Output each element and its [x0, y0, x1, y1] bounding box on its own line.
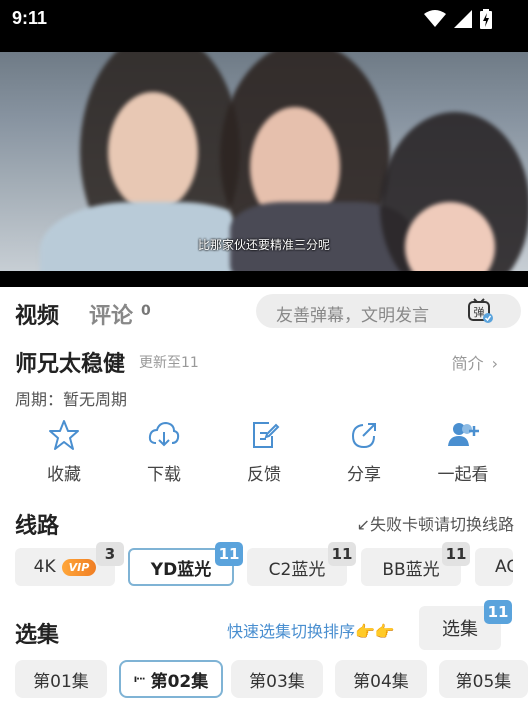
- download-icon: [148, 421, 180, 447]
- wifi-icon: [424, 10, 446, 27]
- episode-01-label: 第01集: [33, 671, 89, 692]
- line-ac-label: AC: [495, 557, 513, 577]
- update-period: 周期：暂无周期: [15, 390, 128, 409]
- video-subtitle: 比那家伙还要精准三分呢: [197, 238, 330, 252]
- download-label: 下载: [147, 465, 181, 485]
- danmu-placeholder: 友善弹幕，文明发言: [276, 306, 429, 326]
- favorite-label: 收藏: [47, 465, 81, 485]
- line-4k-label: 4K: [33, 557, 56, 577]
- episode-04[interactable]: 第04集: [335, 660, 427, 698]
- line-ac[interactable]: AC: [475, 548, 513, 586]
- status-bar: 9:11: [0, 0, 528, 52]
- video-bottom-bar: [0, 271, 528, 287]
- tab-video[interactable]: 视频: [15, 298, 59, 330]
- intro-link[interactable]: 简介 ›: [452, 350, 498, 374]
- update-status: 更新至11: [139, 355, 199, 371]
- watch-together-button[interactable]: 一起看: [423, 418, 503, 485]
- episode-02-label: 第02集: [150, 671, 209, 692]
- quick-sort-hint[interactable]: 快速选集切换排序👉👉: [227, 618, 395, 642]
- episode-count-badge: 11: [484, 600, 512, 624]
- feedback-icon: [253, 422, 280, 448]
- episode-01[interactable]: 第01集: [15, 660, 107, 698]
- status-time: 9:11: [12, 8, 48, 28]
- episode-03[interactable]: 第03集: [231, 660, 323, 698]
- comment-count: 0: [141, 302, 151, 319]
- line-bb-count: 11: [442, 542, 470, 566]
- signal-icon: [454, 10, 472, 28]
- vip-badge: VIP: [61, 558, 97, 576]
- video-player[interactable]: 比那家伙还要精准三分呢: [0, 52, 528, 271]
- episodes-title: 选集: [15, 623, 60, 648]
- line-yd-count: 11: [215, 542, 243, 566]
- danmu-icon-text: 弹: [474, 305, 485, 319]
- episode-05-label: 第05集: [455, 671, 512, 692]
- share-button[interactable]: 分享: [324, 418, 404, 485]
- line-c2-count: 11: [328, 542, 356, 566]
- add-users-icon: [448, 423, 479, 446]
- intro-label: 简介: [451, 354, 484, 373]
- line-4k-count: 3: [96, 542, 124, 566]
- episode-04-label: 第04集: [353, 671, 409, 692]
- chevron-right-icon: ›: [491, 354, 498, 373]
- favorite-button[interactable]: 收藏: [24, 418, 104, 485]
- action-row: 收藏 下载 反馈 分享 一起看: [0, 418, 528, 488]
- share-icon: [351, 423, 376, 449]
- episode-03-label: 第03集: [249, 671, 305, 692]
- line-yd-label: YD蓝光: [150, 559, 212, 580]
- tab-comments-label: 评论: [89, 304, 134, 329]
- episode-02[interactable]: ı··· 第02集: [119, 660, 223, 698]
- feedback-button[interactable]: 反馈: [224, 418, 304, 485]
- lines-title: 线路: [15, 514, 60, 539]
- danmu-toggle-icon[interactable]: 弹: [467, 298, 493, 324]
- tab-video-label: 视频: [15, 304, 60, 329]
- status-icons: [424, 9, 492, 29]
- episode-select-label: 选集: [442, 619, 478, 640]
- share-label: 分享: [347, 465, 381, 485]
- watch-together-label: 一起看: [437, 465, 489, 485]
- download-button[interactable]: 下载: [124, 418, 204, 485]
- show-title: 师兄太稳健: [15, 352, 126, 377]
- playing-indicator-icon: ı···: [133, 673, 146, 685]
- lines-hint: ↙失败卡顿请切换线路: [356, 515, 514, 534]
- feedback-label: 反馈: [247, 465, 281, 485]
- line-bb-label: BB蓝光: [382, 559, 440, 580]
- star-icon: [49, 420, 79, 450]
- episode-05[interactable]: 第05集: [439, 660, 528, 698]
- tab-comments[interactable]: 评论 0: [89, 298, 151, 330]
- battery-icon: [480, 9, 492, 29]
- line-c2-label: C2蓝光: [268, 559, 326, 580]
- danmu-input[interactable]: 友善弹幕，文明发言 弹: [256, 294, 521, 328]
